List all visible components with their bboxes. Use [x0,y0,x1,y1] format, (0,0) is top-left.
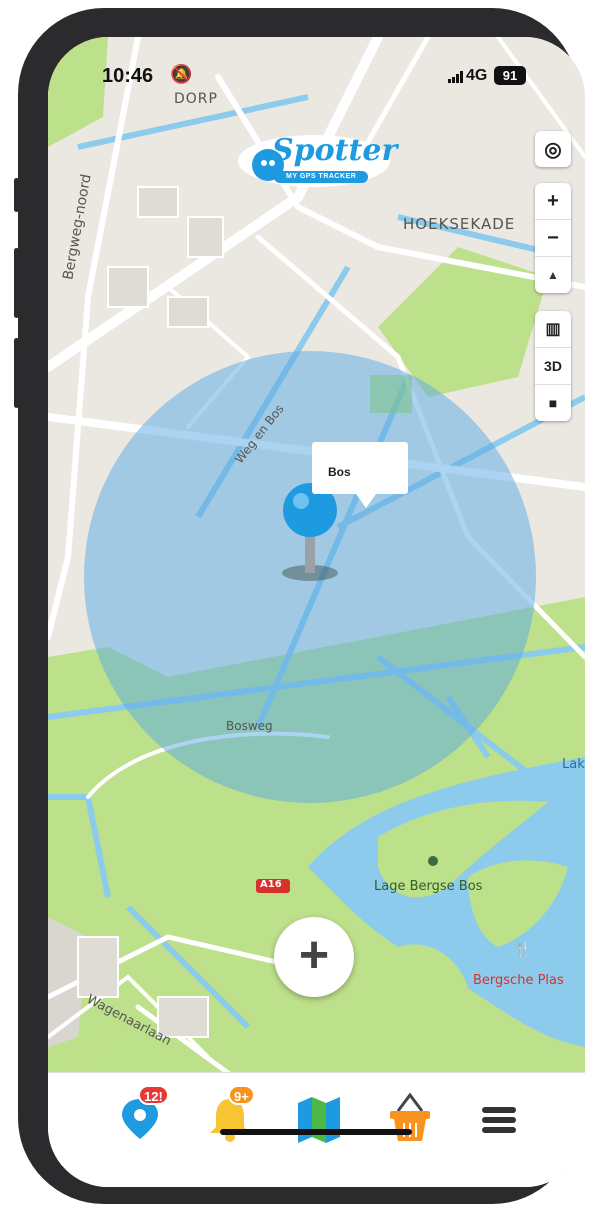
status-time: 10:46 [102,65,154,87]
cube-icon[interactable]: ■ [535,384,571,421]
basket-icon [390,1092,430,1141]
tab-alerts[interactable]: 9+ [206,1085,266,1145]
compass-icon[interactable]: ▲ [535,256,571,293]
alerts-badge: 9+ [228,1085,255,1105]
network-type: 4G [466,67,488,84]
battery-icon: 91 [494,66,526,85]
toggle-3d-button[interactable]: 3D [535,347,571,384]
tab-trackers[interactable]: 12! [116,1085,176,1145]
bell-muted-icon: 🔕 [170,64,193,84]
map-label-lak: Lak [562,757,585,772]
map-label-bosweg: Bosweg [226,719,273,733]
map-label-hoeksekade: HOEKSEKADE [403,215,516,233]
tab-menu[interactable] [476,1085,536,1145]
geofence-label[interactable]: Bos [312,442,408,508]
crosshair-icon[interactable]: ◎ [535,131,571,167]
map-style-icon[interactable]: ▥ [535,311,571,347]
spotter-logo: Spotter MY GPS TRACKER [234,125,398,197]
view-controls: ▥ 3D ■ [535,311,571,421]
map-label-bergsche-plas: Bergsche Plas [473,973,564,988]
map-label-a16: A16 [260,879,282,890]
status-bar: 10:46 🔕 4G 91 [48,37,585,117]
trackers-badge: 12! [138,1085,169,1105]
volume-down-button [14,338,19,408]
geofence-name: Bos [328,465,351,479]
add-button[interactable]: + [274,917,354,997]
locate-control[interactable]: ◎ [535,131,571,167]
signal-icon [448,71,463,83]
pin-highlight [293,493,309,509]
bubble-tail [356,494,376,508]
screen: 🍴 DORP Bergweg-noord HOEKSEKADE Weg en B… [48,37,585,1187]
hamburger-menu-icon [482,1107,516,1133]
logo-wordmark: Spotter [272,133,398,168]
home-indicator[interactable] [220,1129,412,1135]
logo-tagline: MY GPS TRACKER [286,173,357,180]
plus-icon: + [298,926,330,984]
volume-up-button [14,248,19,318]
park-area [370,375,412,413]
zoom-out-button[interactable]: − [535,219,571,256]
zoom-in-button[interactable]: + [535,183,571,219]
tab-map[interactable] [294,1085,354,1145]
zoom-controls: + − ▲ [535,183,571,293]
map-label-lage-bergse-bos: Lage Bergse Bos [374,879,483,894]
park-tree-icon [428,856,438,866]
restaurant-icon: 🍴 [514,941,531,958]
map-icon [298,1097,340,1143]
tab-shop[interactable] [386,1085,446,1145]
side-button [14,178,19,212]
